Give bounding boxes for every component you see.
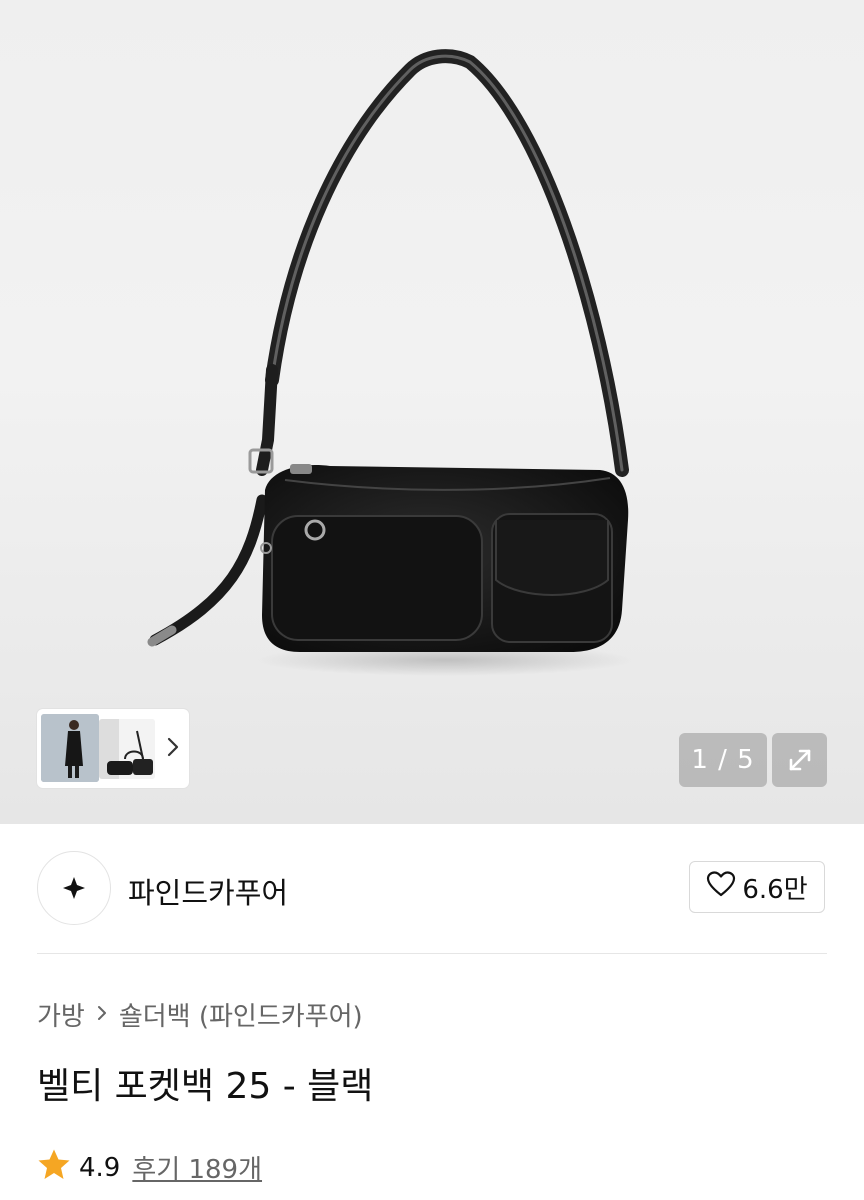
breadcrumb-item-bags[interactable]: 가방 (37, 996, 85, 1033)
breadcrumb: 가방 숄더백 (파인드카푸어) (37, 996, 363, 1033)
rating-score: 4.9 (79, 1152, 121, 1183)
chevron-right-icon (95, 1000, 109, 1030)
brand-name[interactable]: 파인드카푸어 (128, 870, 288, 912)
star-icon (37, 1148, 71, 1187)
brand-logo-icon[interactable] (37, 851, 111, 925)
product-image-gallery[interactable]: 1 / 5 (0, 0, 864, 824)
like-button[interactable]: 6.6만 (689, 861, 825, 913)
thumbnail-strip[interactable] (37, 709, 189, 788)
heart-outline-icon (706, 870, 736, 905)
product-image (147, 49, 635, 676)
chevron-right-icon[interactable] (161, 733, 185, 761)
breadcrumb-item-shoulder-bag[interactable]: 숄더백 (파인드카푸어) (119, 996, 363, 1033)
image-counter: 1 / 5 (679, 733, 767, 787)
like-count: 6.6만 (742, 874, 808, 905)
product-title: 벨티 포켓백 25 - 블랙 (37, 1066, 374, 1107)
divider (37, 953, 827, 954)
expand-icon[interactable] (772, 733, 827, 787)
brand-row: 파인드카푸어 6.6만 (0, 824, 864, 954)
thumbnail-bags[interactable] (99, 719, 155, 779)
rating-row: 4.9 후기 189개 (37, 1148, 262, 1187)
thumbnail-model[interactable] (41, 714, 99, 782)
reviews-link[interactable]: 후기 189개 (132, 1149, 262, 1186)
